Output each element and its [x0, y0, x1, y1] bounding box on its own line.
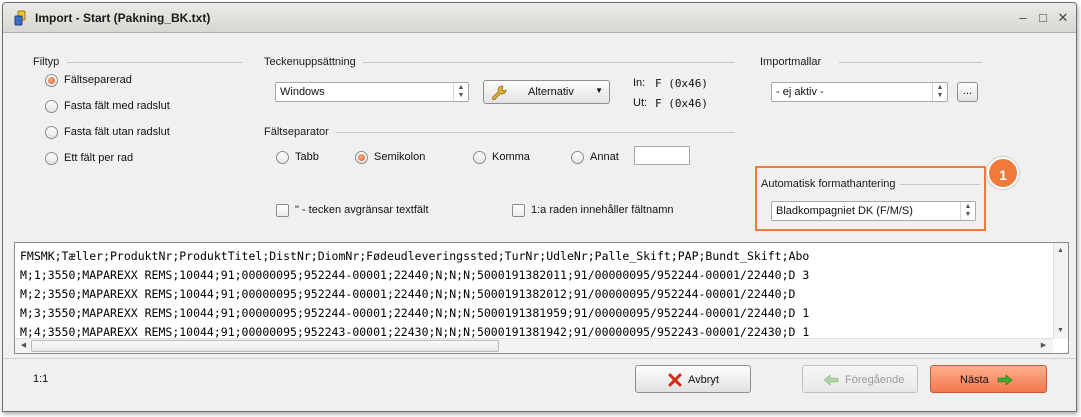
autoformat-title: Automatisk formathantering: [761, 178, 896, 190]
scroll-right-icon[interactable]: ▶: [1037, 339, 1050, 352]
template-select[interactable]: - ej aktiv - ▲ ▼: [771, 82, 948, 102]
preview-line: M;3;3550;MAPAREXX REMS;10044;91;00000095…: [20, 306, 810, 320]
radio-other-label: Annat: [590, 151, 619, 163]
autoformat-select[interactable]: Bladkompagniet DK (F/M/S) ▲ ▼: [771, 201, 976, 221]
in-label: In:: [633, 77, 646, 89]
radio-semicolon-label: Semikolon: [374, 151, 426, 163]
wrench-icon: [491, 85, 507, 101]
header-row-checkbox[interactable]: [512, 204, 525, 217]
quote-checkbox[interactable]: [276, 204, 289, 217]
cancel-button[interactable]: Avbryt: [635, 365, 751, 393]
alternative-button[interactable]: Alternativ ▼: [483, 80, 610, 104]
maximize-icon[interactable]: □: [1035, 10, 1051, 26]
templates-divider: [839, 62, 982, 63]
templates-title: Importmallar: [760, 56, 822, 68]
cancel-button-label: Avbryt: [688, 374, 719, 386]
app-icon: [14, 10, 26, 26]
radio-field-separated-label: Fältseparerad: [64, 74, 132, 86]
minimize-icon[interactable]: –: [1015, 10, 1031, 26]
preview-line: M;2;3550;MAPAREXX REMS;10044;91;00000095…: [20, 287, 796, 301]
file-preview[interactable]: FMSMK;Tæller;ProduktNr;ProduktTitel;Dist…: [14, 242, 1069, 354]
spin-arrows-icon[interactable]: ▲ ▼: [932, 83, 947, 101]
radio-fixed-with-eol[interactable]: [45, 100, 58, 113]
horizontal-scrollbar[interactable]: ◀ ▶: [15, 338, 1053, 353]
spin-arrows-icon[interactable]: ▲ ▼: [960, 202, 975, 220]
radio-semicolon[interactable]: [355, 151, 368, 164]
import-dialog: Import - Start (Pakning_BK.txt) – □ ✕ Fi…: [2, 2, 1077, 412]
vertical-scrollbar[interactable]: ▲ ▼: [1053, 243, 1068, 339]
close-icon[interactable]: ✕: [1055, 10, 1071, 26]
template-more-button[interactable]: ...: [957, 82, 978, 102]
charset-divider: [363, 62, 735, 63]
alternative-button-label: Alternativ: [528, 86, 574, 98]
radio-other[interactable]: [571, 151, 584, 164]
separator-divider: [336, 132, 735, 133]
in-value: F (0x46): [655, 77, 708, 90]
preview-line: M;1;3550;MAPAREXX REMS;10044;91;00000095…: [20, 268, 810, 282]
charset-title: Teckenuppsättning: [264, 56, 356, 68]
radio-comma-label: Komma: [492, 151, 530, 163]
scroll-up-icon[interactable]: ▲: [1054, 244, 1067, 257]
out-value: F (0x46): [655, 97, 708, 110]
next-button-label: Nästa: [960, 374, 989, 386]
radio-one-field-per-row[interactable]: [45, 152, 58, 165]
radio-fixed-without-eol-label: Fasta fält utan radslut: [64, 126, 170, 138]
next-button[interactable]: Nästa: [930, 365, 1047, 393]
separator-title: Fältseparator: [264, 126, 329, 138]
scroll-down-icon[interactable]: ▼: [1054, 324, 1067, 337]
template-select-value: - ej aktiv -: [776, 86, 824, 98]
autoformat-select-value: Bladkompagniet DK (F/M/S): [776, 205, 913, 217]
quote-checkbox-label: " - tecken avgränsar textfält: [295, 204, 429, 216]
autoformat-divider: [900, 184, 980, 185]
callout-badge: 1: [987, 157, 1019, 189]
radio-tab[interactable]: [276, 151, 289, 164]
filetype-title: Filtyp: [33, 56, 60, 68]
arrow-right-icon: [997, 374, 1013, 386]
out-label: Ut:: [633, 97, 648, 109]
previous-button-label: Föregående: [845, 374, 905, 386]
radio-field-separated[interactable]: [45, 74, 58, 87]
window-title: Import - Start (Pakning_BK.txt): [35, 11, 211, 25]
radio-fixed-without-eol[interactable]: [45, 126, 58, 139]
preview-line: FMSMK;Tæller;ProduktNr;ProduktTitel;Dist…: [20, 249, 810, 263]
chevron-down-icon: ▼: [595, 86, 603, 95]
autoformat-highlight: [755, 166, 986, 231]
radio-comma[interactable]: [473, 151, 486, 164]
title-bar: Import - Start (Pakning_BK.txt) – □ ✕: [3, 3, 1076, 33]
footer-divider: [3, 358, 1076, 359]
filetype-divider: [67, 62, 242, 63]
previous-button[interactable]: Föregående: [802, 365, 918, 393]
radio-fixed-with-eol-label: Fasta fält med radslut: [64, 100, 170, 112]
scroll-left-icon[interactable]: ◀: [17, 339, 30, 352]
spin-arrows-icon[interactable]: ▲ ▼: [453, 83, 468, 101]
charset-select[interactable]: Windows ▲ ▼: [275, 82, 469, 102]
arrow-left-icon: [823, 374, 839, 386]
horizontal-scroll-thumb[interactable]: [31, 340, 499, 352]
header-row-checkbox-label: 1:a raden innehåller fältnamn: [531, 204, 674, 216]
cancel-x-icon: [668, 373, 682, 387]
radio-one-field-per-row-label: Ett fält per rad: [64, 152, 134, 164]
radio-tab-label: Tabb: [295, 151, 319, 163]
preview-lines: FMSMK;Tæller;ProduktNr;ProduktTitel;Dist…: [20, 247, 1050, 342]
other-separator-input[interactable]: [634, 146, 690, 165]
charset-select-value: Windows: [280, 86, 325, 98]
cursor-position: 1:1: [33, 373, 49, 385]
